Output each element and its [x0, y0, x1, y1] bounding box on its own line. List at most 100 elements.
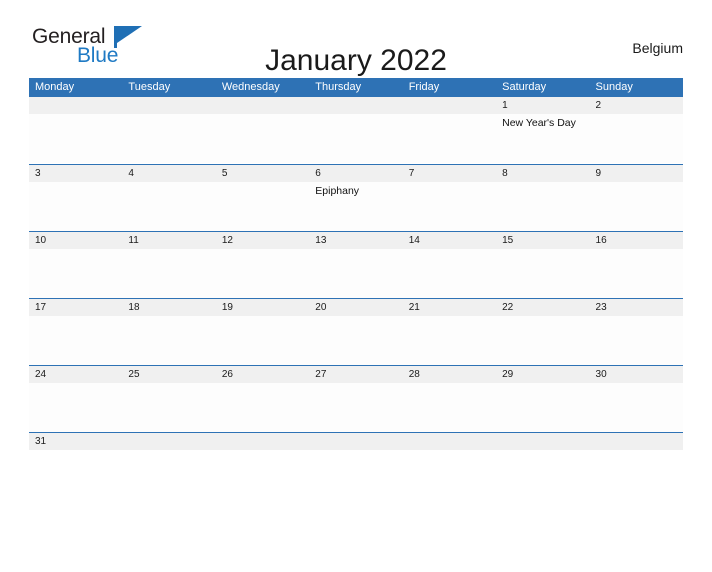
calendar-week-row: 3 4 5 6 7 8 9 Epiphany	[29, 164, 683, 231]
day-number-empty	[122, 97, 215, 114]
day-number-5[interactable]: 5	[216, 165, 309, 182]
day-number-4[interactable]: 4	[122, 165, 215, 182]
day-number-empty	[216, 433, 309, 450]
day-number-empty	[309, 433, 402, 450]
country-label: Belgium	[632, 40, 683, 56]
day-number-30[interactable]: 30	[590, 366, 683, 383]
day-content-band	[29, 316, 683, 365]
day-number-15[interactable]: 15	[496, 232, 589, 249]
day-cell-empty	[122, 114, 215, 163]
day-cell-empty	[403, 182, 496, 231]
day-cell-empty	[309, 114, 402, 163]
day-number-12[interactable]: 12	[216, 232, 309, 249]
day-cell-empty	[122, 383, 215, 432]
page-header: General Blue January 2022 Belgium	[29, 22, 683, 77]
day-number-empty	[29, 97, 122, 114]
day-cell-empty	[590, 383, 683, 432]
holiday-label: New Year's Day	[502, 117, 576, 129]
day-number-22[interactable]: 22	[496, 299, 589, 316]
day-number-20[interactable]: 20	[309, 299, 402, 316]
day-cell-empty	[29, 182, 122, 231]
day-cell-empty	[590, 182, 683, 231]
day-number-empty	[496, 433, 589, 450]
day-cell-empty	[216, 249, 309, 298]
day-cell-empty	[122, 249, 215, 298]
day-number-25[interactable]: 25	[122, 366, 215, 383]
day-cell-empty	[216, 316, 309, 365]
day-cell-empty	[29, 316, 122, 365]
day-number-13[interactable]: 13	[309, 232, 402, 249]
day-number-8[interactable]: 8	[496, 165, 589, 182]
day-number-2[interactable]: 2	[590, 97, 683, 114]
day-number-31[interactable]: 31	[29, 433, 122, 450]
day-number-9[interactable]: 9	[590, 165, 683, 182]
day-number-16[interactable]: 16	[590, 232, 683, 249]
day-number-empty	[309, 97, 402, 114]
weekday-header-thursday: Thursday	[315, 81, 362, 93]
day-content-band	[29, 383, 683, 432]
day-cell-empty	[590, 316, 683, 365]
day-number-27[interactable]: 27	[309, 366, 402, 383]
day-cell-empty	[403, 316, 496, 365]
day-number-28[interactable]: 28	[403, 366, 496, 383]
day-cell-empty	[403, 114, 496, 163]
day-number-empty	[403, 433, 496, 450]
day-number-band: 31	[29, 433, 683, 450]
weekday-header-tuesday: Tuesday	[128, 81, 171, 93]
page-title: January 2022	[265, 44, 447, 78]
day-number-14[interactable]: 14	[403, 232, 496, 249]
day-number-23[interactable]: 23	[590, 299, 683, 316]
weekday-header-wednesday: Wednesday	[221, 81, 280, 93]
day-cell-empty	[216, 114, 309, 163]
day-cell-empty	[590, 114, 683, 163]
weekday-header-sunday: Sunday	[595, 81, 633, 93]
day-number-1[interactable]: 1	[496, 97, 589, 114]
day-cell-empty	[403, 383, 496, 432]
calendar-week-row: 10 11 12 13 14 15 16	[29, 231, 683, 298]
day-number-21[interactable]: 21	[403, 299, 496, 316]
day-number-band: 24 25 26 27 28 29 30	[29, 366, 683, 383]
day-cell-empty	[216, 182, 309, 231]
day-number-7[interactable]: 7	[403, 165, 496, 182]
day-cell-empty	[122, 182, 215, 231]
calendar-week-row: 17 18 19 20 21 22 23	[29, 298, 683, 365]
day-cell-empty	[29, 114, 122, 163]
day-cell-empty	[496, 249, 589, 298]
day-number-18[interactable]: 18	[122, 299, 215, 316]
day-cell-empty	[496, 316, 589, 365]
day-number-26[interactable]: 26	[216, 366, 309, 383]
calendar-week-row: 31	[29, 432, 683, 450]
weekday-header-row: Monday Tuesday Wednesday Thursday Friday Satu…	[29, 78, 683, 97]
day-number-29[interactable]: 29	[496, 366, 589, 383]
day-cell-empty	[309, 249, 402, 298]
day-number-17[interactable]: 17	[29, 299, 122, 316]
day-number-11[interactable]: 11	[122, 232, 215, 249]
weekday-header-friday: Friday	[408, 81, 440, 93]
day-number-3[interactable]: 3	[29, 165, 122, 182]
day-number-empty	[403, 97, 496, 114]
day-content-band: New Year's Day	[29, 114, 683, 163]
day-number-10[interactable]: 10	[29, 232, 122, 249]
day-number-19[interactable]: 19	[216, 299, 309, 316]
weekday-header-saturday: Saturday	[502, 81, 547, 93]
day-cell-empty	[29, 249, 122, 298]
day-cell-empty	[29, 383, 122, 432]
day-number-6[interactable]: 6	[309, 165, 402, 182]
day-cell-empty	[496, 182, 589, 231]
holiday-label: Epiphany	[315, 185, 360, 197]
day-cell-empty	[309, 383, 402, 432]
calendar-grid: Monday Tuesday Wednesday Thursday Friday Satu…	[29, 78, 683, 450]
calendar-weeks: 1 2 New Year's Day 3 4 5 6 7 8 9 Epiphany 10 11 12 13 1…	[29, 97, 683, 450]
day-cell-empty	[122, 316, 215, 365]
calendar-week-row: 24 25 26 27 28 29 30	[29, 365, 683, 432]
calendar-week-row: 1 2 New Year's Day	[29, 97, 683, 164]
day-number-band: 3456789	[29, 165, 683, 182]
day-cell-empty	[403, 249, 496, 298]
weekday-header-monday: Monday	[35, 81, 75, 93]
day-content-band: Epiphany	[29, 182, 683, 231]
day-number-band: 10 11 12 13 14 15 16	[29, 232, 683, 249]
day-number-empty	[216, 97, 309, 114]
day-number-24[interactable]: 24	[29, 366, 122, 383]
day-cell-empty	[590, 249, 683, 298]
day-cell-empty	[496, 383, 589, 432]
